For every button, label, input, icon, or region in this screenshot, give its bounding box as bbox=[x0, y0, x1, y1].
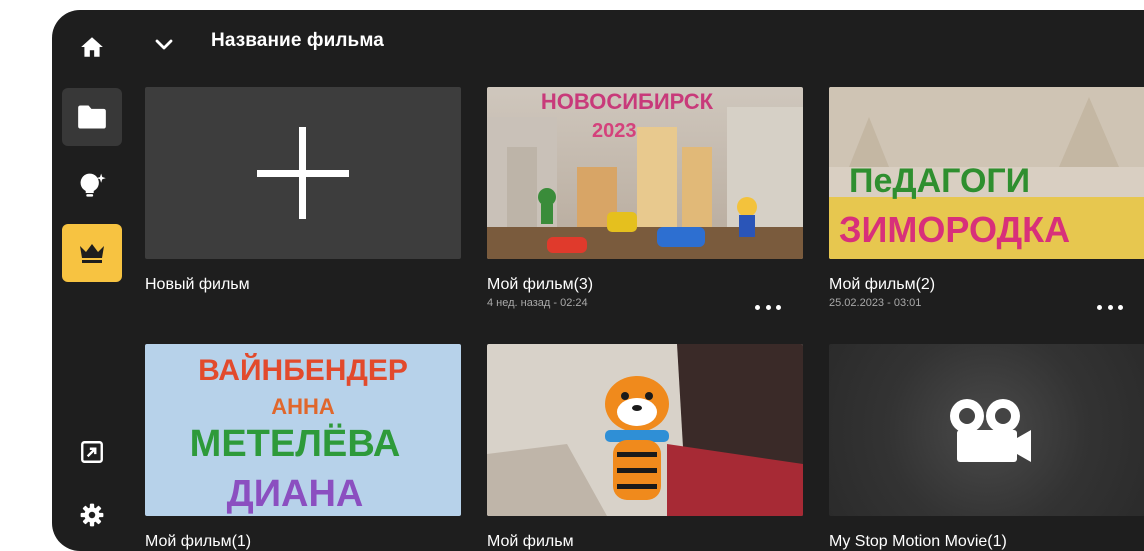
card-title: My Stop Motion Movie(1) bbox=[829, 533, 1007, 550]
card-title: Мой фильм bbox=[487, 533, 574, 550]
film-thumbnail[interactable]: ВАЙНБЕНДЕР АННА МЕТЕЛЁВА ДИАНА bbox=[145, 344, 461, 516]
more-icon[interactable] bbox=[1097, 298, 1123, 316]
new-film-thumb[interactable] bbox=[145, 87, 461, 259]
plus-icon bbox=[257, 127, 349, 219]
thumb-text: ЗИМОРОДКА bbox=[839, 209, 1070, 250]
thumb-text: НОВОСИБИРСК bbox=[541, 89, 714, 114]
crown-icon bbox=[80, 244, 104, 263]
thumb-text: ДИАНА bbox=[227, 473, 364, 515]
card-title: Мой фильм(1) bbox=[145, 533, 252, 550]
sidebar-item-ideas[interactable] bbox=[62, 156, 122, 214]
card-title: Мой фильм(2) bbox=[829, 276, 936, 293]
film-thumbnail[interactable]: ПеДАГОГИ ЗИМОРОДКА bbox=[829, 87, 1144, 259]
film-thumbnail[interactable] bbox=[487, 344, 803, 516]
card-title: Новый фильм bbox=[145, 276, 250, 293]
plasticine-tiger-scene bbox=[487, 344, 803, 516]
sidebar-item-settings[interactable] bbox=[62, 486, 122, 544]
folder-icon bbox=[78, 105, 106, 129]
film-card[interactable]: Мой фильм bbox=[487, 344, 803, 551]
film-card[interactable]: ВАЙНБЕНДЕР АННА МЕТЕЛЁВА ДИАНА Мой фильм… bbox=[145, 344, 461, 551]
chevron-down-icon[interactable] bbox=[152, 32, 176, 56]
plasticine-city-scene: НОВОСИБИРСК 2023 bbox=[487, 87, 803, 259]
film-card[interactable]: ПеДАГОГИ ЗИМОРОДКА Мой фильм(2) 25.02.20… bbox=[829, 87, 1144, 310]
film-card[interactable]: My Stop Motion Movie(1) bbox=[829, 344, 1144, 551]
thumb-text: 2023 bbox=[592, 120, 637, 142]
gear-icon bbox=[80, 503, 104, 527]
movie-camera-icon bbox=[950, 399, 1031, 462]
sidebar-item-cast[interactable] bbox=[62, 423, 122, 481]
thumb-text: АННА bbox=[271, 394, 335, 419]
home-icon bbox=[81, 37, 103, 57]
thumb-text: МЕТЕЛЁВА bbox=[190, 422, 401, 465]
new-film-card[interactable]: Новый фильм bbox=[145, 87, 461, 294]
sidebar-item-premium[interactable] bbox=[62, 224, 122, 282]
app-window: Название фильма Новый фильм НОВОСИБИРСК … bbox=[52, 10, 1144, 551]
lightbulb-sparkle-icon bbox=[80, 173, 106, 197]
card-title: Мой фильм(3) bbox=[487, 276, 594, 293]
thumb-text: ПеДАГОГИ bbox=[849, 162, 1030, 200]
film-thumbnail[interactable]: НОВОСИБИРСК 2023 bbox=[487, 87, 803, 259]
film-card[interactable]: НОВОСИБИРСК 2023 Мой фильм(3) 4 нед. наз… bbox=[487, 87, 803, 310]
cast-icon bbox=[81, 441, 103, 463]
sidebar bbox=[52, 10, 132, 551]
header: Название фильма bbox=[132, 10, 1144, 78]
plasticine-lettering-scene: ПеДАГОГИ ЗИМОРОДКА bbox=[829, 87, 1144, 259]
film-thumbnail[interactable] bbox=[829, 344, 1144, 516]
sidebar-item-films[interactable] bbox=[62, 88, 122, 146]
sidebar-item-home[interactable] bbox=[62, 18, 122, 76]
page-title: Название фильма bbox=[211, 30, 384, 51]
more-icon[interactable] bbox=[755, 298, 781, 316]
thumb-text: ВАЙНБЕНДЕР bbox=[198, 353, 408, 387]
plasticine-names-scene: ВАЙНБЕНДЕР АННА МЕТЕЛЁВА ДИАНА bbox=[145, 344, 461, 516]
